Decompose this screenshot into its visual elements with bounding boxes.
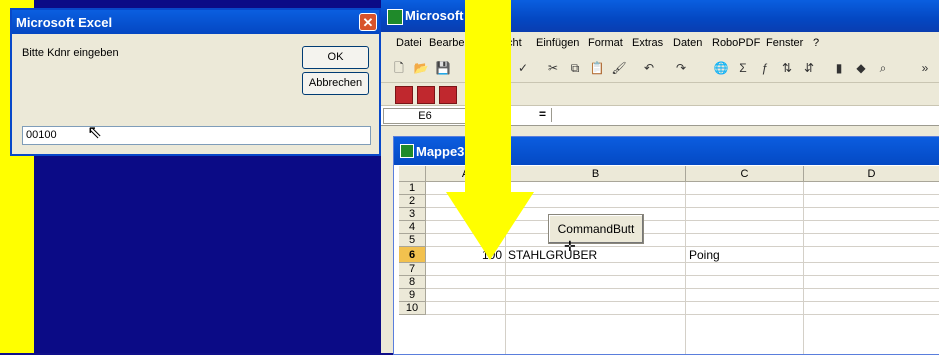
- cancel-button[interactable]: Abbrechen: [302, 72, 369, 95]
- workbook-icon: [400, 144, 414, 158]
- gridline: [685, 182, 686, 354]
- menu-einfuegen[interactable]: Einfügen: [536, 37, 579, 49]
- spell-check-icon[interactable]: ✓: [515, 60, 531, 76]
- new-icon[interactable]: 🗋: [391, 60, 407, 76]
- cell-c6[interactable]: Poing: [689, 248, 720, 262]
- formula-equals-icon: =: [539, 107, 547, 121]
- dialog-prompt: Bitte Kdnr eingeben: [22, 47, 119, 59]
- save-icon[interactable]: 💾: [435, 60, 451, 76]
- menu-extras[interactable]: Extras: [632, 37, 663, 49]
- copy-icon[interactable]: ⧉: [567, 60, 583, 76]
- formula-input[interactable]: [551, 108, 939, 122]
- name-box[interactable]: E6: [383, 108, 467, 124]
- row-header-2[interactable]: 2: [399, 195, 426, 208]
- row-header-3[interactable]: 3: [399, 208, 426, 221]
- cut-icon[interactable]: ✂: [545, 60, 561, 76]
- pdf-convert-icon[interactable]: [395, 86, 413, 104]
- menu-datei[interactable]: Datei: [396, 37, 422, 49]
- workbook-title: Mappe3: [416, 144, 465, 159]
- move-cursor-icon: ✛: [564, 238, 576, 254]
- gridline: [426, 301, 939, 302]
- gridline: [426, 262, 939, 263]
- row-header-1[interactable]: 1: [399, 182, 426, 195]
- menu-fenster[interactable]: Fenster: [766, 37, 803, 49]
- row-header-4[interactable]: 4: [399, 221, 426, 234]
- gridline: [426, 275, 939, 276]
- input-dialog: Microsoft Excel ✕ Bitte Kdnr eingeben OK…: [10, 8, 381, 156]
- select-all-corner[interactable]: [399, 166, 426, 182]
- sort-asc-icon[interactable]: ⇅: [779, 60, 795, 76]
- drawing-icon[interactable]: ◆: [853, 60, 869, 76]
- yellow-arrow-head-icon: [446, 192, 534, 260]
- redo-icon[interactable]: ↷: [673, 60, 689, 76]
- menu-bearbeiten[interactable]: Bearbei: [429, 37, 467, 49]
- menu-robopdf[interactable]: RoboPDF: [712, 37, 760, 49]
- command-button[interactable]: CommandButt: [548, 214, 644, 244]
- row-header-8[interactable]: 8: [399, 276, 426, 289]
- menu-help[interactable]: ?: [813, 37, 819, 49]
- toolbar-overflow-icon[interactable]: »: [917, 60, 933, 76]
- mouse-pointer-icon: ⇖: [87, 122, 103, 142]
- pdf-mail-icon[interactable]: [417, 86, 435, 104]
- ok-button[interactable]: OK: [302, 46, 369, 69]
- column-header-c[interactable]: C: [686, 166, 804, 182]
- chart-icon[interactable]: ▮: [831, 60, 847, 76]
- zoom-icon[interactable]: ⌕: [875, 60, 891, 76]
- menu-daten[interactable]: Daten: [673, 37, 702, 49]
- menu-format[interactable]: Format: [588, 37, 623, 49]
- row-header-10[interactable]: 10: [399, 302, 426, 315]
- sort-desc-icon[interactable]: ⇵: [801, 60, 817, 76]
- function-icon[interactable]: ƒ: [757, 60, 773, 76]
- column-header-d[interactable]: D: [804, 166, 939, 182]
- gridline: [803, 182, 804, 354]
- open-icon[interactable]: 📂: [413, 60, 429, 76]
- row-header-9[interactable]: 9: [399, 289, 426, 302]
- pdf-settings-icon[interactable]: [439, 86, 457, 104]
- row-header-5[interactable]: 5: [399, 234, 426, 247]
- excel-title: Microsoft: [405, 8, 464, 23]
- undo-icon[interactable]: ↶: [641, 60, 657, 76]
- gridline: [426, 314, 939, 315]
- paste-icon[interactable]: 📋: [589, 60, 605, 76]
- row-header-6[interactable]: 6: [399, 247, 426, 263]
- row-header-7[interactable]: 7: [399, 263, 426, 276]
- autosum-icon[interactable]: Σ: [735, 60, 751, 76]
- column-header-b[interactable]: B: [506, 166, 686, 182]
- yellow-arrow-shaft: [465, 0, 511, 196]
- format-painter-icon[interactable]: 🖌: [611, 60, 627, 76]
- dialog-title: Microsoft Excel: [16, 15, 113, 30]
- gridline: [426, 288, 939, 289]
- excel-app-icon: [387, 9, 403, 25]
- dialog-title-bar[interactable]: Microsoft Excel ✕: [12, 10, 379, 34]
- customer-number-input[interactable]: 00100: [22, 126, 371, 145]
- hyperlink-icon[interactable]: 🌐: [713, 60, 729, 76]
- close-icon[interactable]: ✕: [359, 13, 377, 31]
